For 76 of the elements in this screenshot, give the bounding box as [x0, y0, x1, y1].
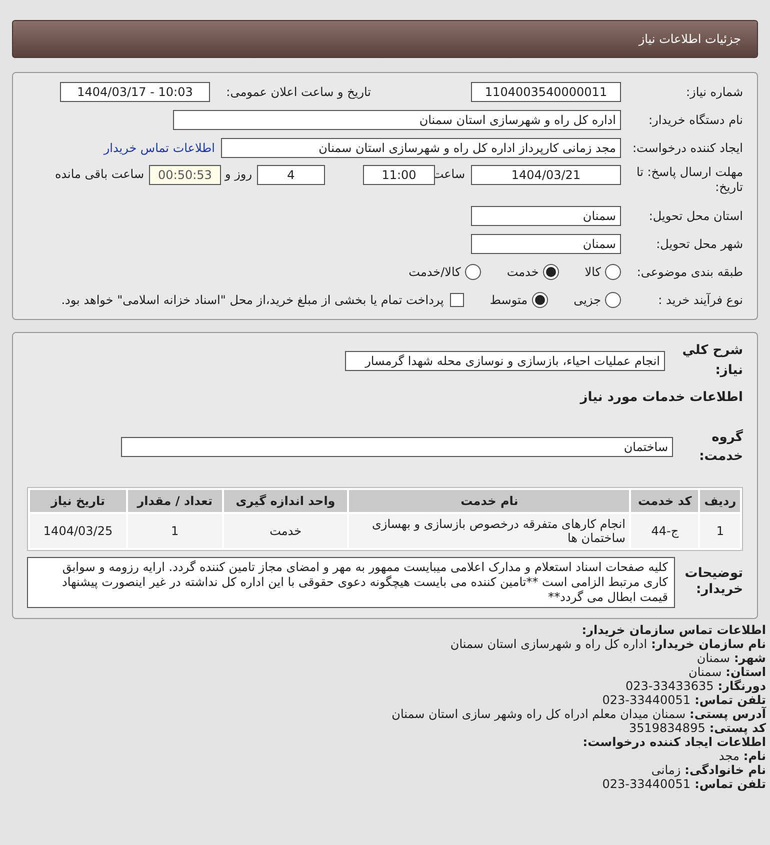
column-header: ردیف	[700, 490, 740, 512]
contact-label: شهر:	[734, 650, 766, 664]
contact-value: زمانی	[651, 762, 681, 776]
checkbox-label: پرداخت تمام یا بخشی از مبلغ خرید،از محل "اسناد خزانه اسلامی" خواهد بود.	[61, 292, 444, 309]
contact-label: نام سازمان خریدار:	[651, 636, 766, 650]
contact-value: 023-33440051	[602, 692, 691, 706]
input-field: ساختمان	[121, 437, 673, 457]
input-field: مجد زمانی کارپرداز اداره کل راه و شهرسازی استان سمنان	[221, 138, 621, 158]
radio-button[interactable]	[542, 264, 559, 280]
input-field: سمنان	[471, 206, 621, 226]
field-label: ساعت باقی مانده	[54, 166, 145, 183]
section-title: اطلاعات خدمات مورد نیاز	[578, 389, 743, 407]
field-label: نام دستگاه خریدار:	[648, 112, 743, 129]
radio-button[interactable]	[605, 264, 621, 280]
input-field: 11:00	[363, 165, 435, 185]
field-label: مهلت ارسال پاسخ: تا تاریخ:	[635, 165, 743, 195]
input-field: اداره کل راه و شهرسازی استان سمنان	[173, 110, 621, 130]
page-title: جزئیات اطلاعات نیاز	[638, 31, 741, 48]
radio-button[interactable]	[464, 264, 481, 280]
input-field: 4	[257, 165, 325, 185]
radio-button[interactable]	[532, 292, 548, 308]
field-label: گروه خدمت:	[698, 428, 743, 466]
radio-button[interactable]	[605, 292, 621, 308]
contact-label: تلفن تماس:	[694, 692, 766, 706]
table-cell: 1	[128, 514, 222, 548]
checkbox[interactable]	[450, 293, 464, 307]
field-label: تاریخ و ساعت اعلان عمومی:	[225, 84, 372, 101]
contact-label: نام خانوادگی:	[684, 762, 766, 776]
radio-label: متوسط	[490, 292, 528, 309]
field-label: شماره نیاز:	[685, 84, 743, 101]
input-field: انجام عملیات احیاء، بازسازی و نوسازی محله شهدا گرمسار	[345, 350, 665, 370]
input-field: 1404/03/21	[471, 165, 621, 185]
column-header: تاریخ نیاز	[30, 490, 126, 512]
field-label: طبقه بندی موضوعی:	[636, 264, 743, 281]
column-header: تعداد / مقدار	[128, 490, 222, 512]
contact-value: سمنان	[688, 664, 722, 678]
column-header: واحد اندازه گیری	[224, 490, 348, 512]
table-cell: انجام کارهای متفرقه درخصوص بازسازی و بهسازی ساختمان ها	[349, 514, 630, 548]
field-label: شرح کلي نياز:	[681, 342, 743, 380]
contact-label: دورنگار:	[718, 678, 766, 692]
contact-label: استان:	[726, 664, 766, 678]
contact-label: تلفن تماس:	[694, 776, 766, 790]
contact-label: کد پستی:	[709, 720, 766, 734]
field-label: استان محل تحویل:	[648, 208, 743, 225]
input-field: 1104003540000011	[471, 82, 621, 102]
table-cell: خدمت	[224, 514, 348, 548]
contact-value: 3519834895	[628, 720, 706, 734]
countdown-field: 00:50:53	[149, 165, 221, 185]
contact-heading: اطلاعات تماس سازمان خریدار:	[580, 622, 766, 636]
table-cell: 1	[700, 514, 740, 548]
contact-value: سمنان	[696, 650, 730, 664]
column-header: کد خدمت	[631, 490, 698, 512]
radio-label: کالا/خدمت	[408, 264, 461, 281]
field-label: روز و	[224, 166, 253, 183]
contact-value: 023-33440051	[602, 776, 691, 790]
table-cell: ج-44	[631, 514, 698, 548]
contact-value: اداره کل راه و شهرسازی استان سمنان	[450, 636, 648, 650]
buyer-contact-link[interactable]: اطلاعات تماس خریدار	[104, 139, 215, 157]
radio-label: جزیی	[574, 292, 601, 309]
field-label: ایجاد کننده درخواست:	[631, 140, 743, 157]
radio-label: کالا	[584, 264, 601, 281]
table-cell: 1404/03/25	[30, 514, 126, 548]
column-header: نام خدمت	[349, 490, 630, 512]
field-label: توضیحات خریدار:	[684, 566, 743, 598]
buyer-notes: کلیه صفحات اسناد استعلام و مدارک اعلامی میبایست ممهور به مهر و امضای مجاز تامین کننده گردد. ارایه رزومه و سوابق کاری مرتبط الزامی است **تامین کننده می بایست هیچگونه دعوی حقوقی با این اداره کل نداشته در غیر اینصورت پیشنهاد قیمت ابطال می گردد**	[27, 556, 675, 608]
contact-value: 023-33433635	[625, 678, 714, 692]
contact-value: سمنان میدان معلم ادراه کل راه وشهر سازی استان سمنان	[392, 706, 686, 720]
contact-label: آدرس پستی:	[690, 706, 766, 720]
radio-label: خدمت	[506, 264, 539, 281]
contact-value: مجد	[718, 748, 740, 762]
field-label: نوع فرآیند خرید :	[657, 292, 743, 309]
contact-heading: اطلاعات ایجاد کننده درخواست:	[582, 734, 766, 748]
field-label: شهر محل تحویل:	[655, 236, 743, 253]
input-field: 1404/03/17 - 10:03	[60, 82, 210, 102]
contact-label: نام:	[743, 748, 766, 762]
input-field: سمنان	[471, 234, 621, 254]
